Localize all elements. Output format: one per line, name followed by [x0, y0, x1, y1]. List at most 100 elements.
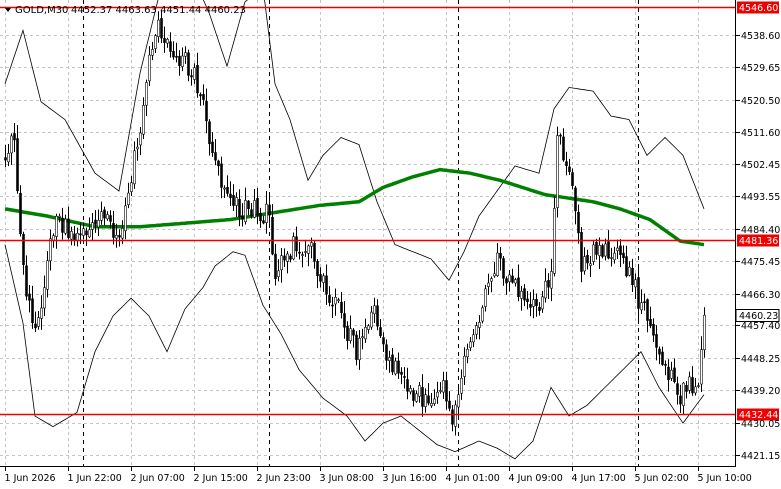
candle-body: [352, 329, 355, 336]
candle-body: [439, 390, 442, 392]
candle-body: [544, 280, 547, 299]
candle-body: [223, 187, 226, 190]
price-tick-label: 4466.30: [741, 290, 780, 301]
candle-body: [280, 255, 283, 271]
candle-body: [676, 383, 679, 395]
price-chart[interactable]: 4546.604481.364432.44 4421.154430.054439…: [0, 0, 781, 489]
candle-body: [184, 52, 187, 57]
candle-body: [511, 275, 514, 283]
candle-body: [595, 242, 598, 255]
candle-body: [649, 318, 652, 327]
candle-body: [49, 238, 52, 262]
candle-body: [658, 348, 661, 355]
candle-body: [373, 305, 376, 315]
candle-body: [190, 75, 193, 78]
candle-body: [688, 376, 691, 391]
candle-body: [385, 344, 388, 361]
candle-body: [574, 187, 577, 212]
time-tick-label: 3 Jun 16:00: [383, 473, 437, 484]
candle-body: [508, 274, 511, 283]
candle-body: [445, 380, 448, 402]
candle-body: [175, 56, 178, 58]
candle-body: [268, 204, 271, 216]
candle-body: [610, 257, 613, 259]
candle-body: [127, 192, 130, 205]
candle-body: [487, 282, 490, 287]
candle-body: [337, 299, 340, 302]
candle-body: [286, 253, 289, 262]
candle-body: [73, 233, 76, 241]
candle-body: [157, 19, 160, 37]
candle-body: [244, 200, 247, 222]
candle-body: [199, 94, 202, 97]
time-tick-label: 1 Jun 22:00: [68, 473, 122, 484]
candle-body: [436, 391, 439, 398]
candle-body: [412, 390, 415, 401]
candle-body: [514, 279, 517, 284]
candle-body: [556, 135, 559, 208]
candle-body: [217, 160, 220, 167]
candle-body: [22, 233, 25, 265]
price-tick-label: 4538.60: [741, 31, 780, 42]
candle-body: [61, 217, 64, 233]
candle-body: [691, 377, 694, 394]
time-tick-label: 2 Jun 15:00: [194, 473, 248, 484]
candle-body: [682, 382, 685, 406]
candle-body: [187, 52, 190, 76]
candle-body: [151, 49, 154, 56]
price-tick-label: 4448.25: [741, 354, 780, 365]
candle-body: [478, 322, 481, 328]
candle-body: [505, 278, 508, 284]
candle-body: [700, 349, 703, 385]
candle-body: [232, 195, 235, 206]
candle-body: [673, 367, 676, 383]
candle-body: [139, 132, 142, 146]
candle-body: [82, 228, 85, 236]
price-tick-label: 4529.65: [741, 63, 780, 74]
candle-body: [631, 267, 634, 286]
candle-body: [136, 146, 139, 150]
candle-body: [577, 211, 580, 234]
price-tick-label: 4520.50: [741, 96, 780, 107]
candle-body: [145, 82, 148, 106]
candle-body: [304, 251, 307, 253]
candle-body: [613, 252, 616, 261]
candle-body: [118, 235, 121, 238]
candle-body: [343, 313, 346, 328]
candle-body: [703, 314, 706, 351]
candle-body: [361, 336, 364, 339]
candle-body: [238, 199, 241, 218]
candle-body: [583, 256, 586, 272]
candle-body: [685, 385, 688, 392]
time-tick-label: 4 Jun 09:00: [509, 473, 563, 484]
candle-body: [202, 94, 205, 100]
candle-body: [550, 271, 553, 289]
candle-body: [472, 334, 475, 343]
candle-body: [517, 277, 520, 297]
candle-body: [10, 135, 13, 154]
candle-body: [646, 299, 649, 321]
candle-body: [454, 404, 457, 427]
candle-body: [181, 55, 184, 67]
candle-body: [535, 299, 538, 307]
candle-body: [667, 366, 670, 381]
candle-body: [328, 294, 331, 303]
candle-body: [37, 317, 40, 327]
time-tick-label: 5 Jun 02:00: [635, 473, 689, 484]
candle-body: [70, 231, 73, 240]
candle-body: [235, 197, 238, 206]
candle-body: [25, 265, 28, 297]
candle-body: [256, 198, 259, 216]
candle-body: [601, 245, 604, 257]
candle-body: [394, 360, 397, 375]
price-tick-label: 4484.40: [741, 225, 780, 236]
candle-body: [433, 398, 436, 404]
candle-body: [13, 133, 16, 141]
candle-body: [163, 38, 166, 43]
time-tick-label: 4 Jun 17:00: [572, 473, 626, 484]
candle-body: [4, 157, 7, 161]
candle-body: [331, 304, 334, 307]
symbol-label: GOLD,M30: [15, 5, 68, 16]
candle-body: [94, 219, 97, 225]
candle-body: [460, 377, 463, 394]
